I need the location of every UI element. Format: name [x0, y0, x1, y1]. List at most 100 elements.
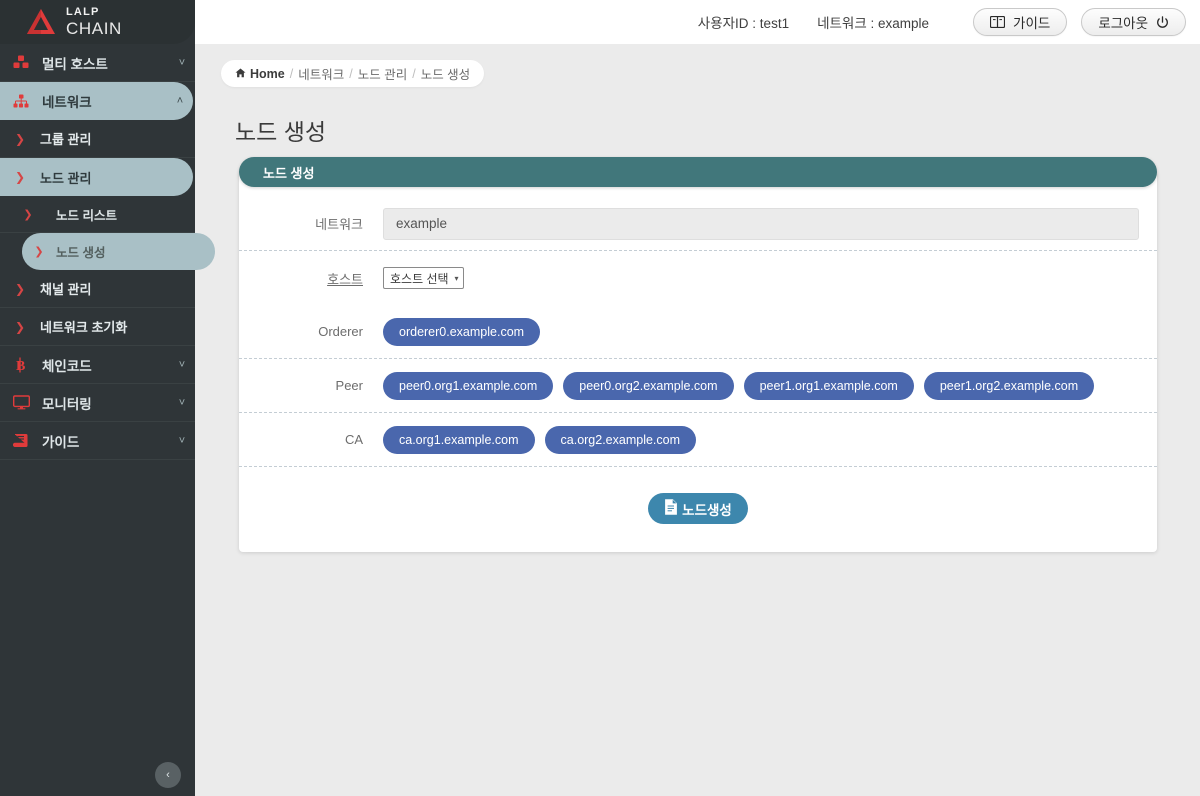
host-select[interactable]: 호스트 선택 ▾	[383, 267, 464, 289]
desktop-icon	[0, 395, 42, 411]
sidebar-nav: 멀티 호스트 ˅ 네트워크	[0, 44, 195, 460]
current-network-label: 네트워크 : example	[817, 12, 929, 32]
sidebar-item-label: 노드 생성	[56, 242, 215, 261]
sidebar-item-network-reset[interactable]: ❯ 네트워크 초기화	[0, 308, 195, 346]
host-field-label: 호스트	[239, 269, 383, 288]
bitcoin-icon: B	[0, 356, 42, 372]
sidebar-item-chaincode[interactable]: B 체인코드 ˅	[0, 346, 195, 384]
app-root: 사용자ID : test1 네트워크 : example 가이드 로그아웃	[0, 0, 1200, 796]
network-input[interactable]	[383, 208, 1139, 240]
app-logo[interactable]: LALP CHAIN	[0, 0, 195, 44]
sidebar-item-guide[interactable]: 가이드 ˅	[0, 422, 195, 460]
breadcrumb-item-node-create[interactable]: 노드 생성	[421, 64, 470, 83]
sidebar-item-label: 네트워크 초기화	[40, 317, 195, 336]
sidebar-item-network[interactable]: 네트워크 ˄	[0, 82, 193, 120]
sidebar-item-label: 모니터링	[42, 393, 169, 413]
chevron-down-icon: ▾	[455, 274, 459, 283]
peer-badge[interactable]: peer0.org1.example.com	[383, 372, 553, 400]
sidebar: LALP CHAIN 멀티 호스트 ˅	[0, 0, 195, 796]
sidebar-item-node-create[interactable]: ❯ 노드 생성	[22, 233, 215, 270]
sidebar-item-label: 노드 관리	[40, 168, 193, 187]
sidebar-item-label: 네트워크	[42, 91, 167, 111]
svg-text:B: B	[16, 359, 25, 373]
ca-field-label: CA	[239, 432, 383, 447]
orderer-badge[interactable]: orderer0.example.com	[383, 318, 540, 346]
chevron-right-icon: ❯	[22, 245, 56, 258]
logout-button-label: 로그아웃	[1098, 12, 1148, 32]
chevron-right-icon: ❯	[0, 282, 40, 296]
breadcrumb-separator: /	[349, 67, 352, 81]
sidebar-item-label: 멀티 호스트	[42, 53, 169, 73]
breadcrumb-item-network[interactable]: 네트워크	[298, 64, 344, 83]
sidebar-item-monitoring[interactable]: 모니터링 ˅	[0, 384, 195, 422]
logout-button[interactable]: 로그아웃	[1081, 8, 1186, 36]
peer-badge[interactable]: peer0.org2.example.com	[563, 372, 733, 400]
guide-button[interactable]: 가이드	[973, 8, 1067, 36]
main-content: Home / 네트워크 / 노드 관리 / 노드 생성 노드 생성 노드 생성 …	[195, 44, 1200, 796]
sidebar-collapse-button[interactable]: ‹	[155, 762, 181, 788]
breadcrumb-separator: /	[290, 67, 293, 81]
logo-wordmark: LALP CHAIN	[66, 7, 122, 37]
network-field-label: 네트워크	[239, 214, 383, 233]
logo-line-1: LALP	[66, 7, 122, 18]
chevron-right-icon: ❯	[0, 208, 56, 221]
chevron-left-icon: ‹	[166, 769, 170, 781]
sidebar-item-label: 가이드	[42, 431, 169, 451]
chevron-up-icon: ˄	[167, 95, 193, 107]
chevron-right-icon: ❯	[0, 320, 40, 334]
orderer-field-label: Orderer	[239, 324, 383, 339]
file-icon	[664, 499, 678, 518]
create-node-button-label: 노드생성	[682, 499, 732, 519]
ca-badges: ca.org1.example.com ca.org2.example.com	[383, 426, 1139, 454]
form-row-ca: CA ca.org1.example.com ca.org2.example.c…	[239, 413, 1157, 467]
home-icon	[235, 67, 246, 81]
chevron-down-icon: ˅	[169, 435, 195, 447]
chevron-down-icon: ˅	[169, 57, 195, 69]
power-icon	[1156, 16, 1169, 29]
sidebar-item-node-list[interactable]: ❯ 노드 리스트	[0, 196, 195, 233]
create-node-button[interactable]: 노드생성	[648, 493, 748, 524]
card-header: 노드 생성	[239, 157, 1157, 187]
form-row-network: 네트워크	[239, 197, 1157, 251]
breadcrumb-home-label: Home	[250, 67, 285, 81]
card-header-title: 노드 생성	[263, 163, 314, 182]
logo-line-2: CHAIN	[66, 20, 122, 37]
peer-badge[interactable]: peer1.org2.example.com	[924, 372, 1094, 400]
form-row-orderer: Orderer orderer0.example.com	[239, 305, 1157, 359]
peer-badge[interactable]: peer1.org1.example.com	[744, 372, 914, 400]
breadcrumb: Home / 네트워크 / 노드 관리 / 노드 생성	[221, 60, 484, 87]
sidebar-item-label: 채널 관리	[40, 279, 195, 298]
chevron-down-icon: ˅	[169, 359, 195, 371]
sidebar-item-multi-host[interactable]: 멀티 호스트 ˅	[0, 44, 195, 82]
sidebar-item-group-management[interactable]: ❯ 그룹 관리	[0, 120, 195, 158]
ca-badge[interactable]: ca.org1.example.com	[383, 426, 535, 454]
sidebar-item-label: 체인코드	[42, 355, 169, 375]
chevron-right-icon: ❯	[0, 170, 40, 184]
chevron-right-icon: ❯	[0, 132, 40, 146]
orderer-badges: orderer0.example.com	[383, 318, 1139, 346]
breadcrumb-separator: /	[412, 67, 415, 81]
page-title: 노드 생성	[235, 113, 1200, 147]
sidebar-item-node-management[interactable]: ❯ 노드 관리	[0, 158, 193, 196]
book-icon	[0, 433, 42, 449]
host-select-value: 호스트 선택	[390, 270, 449, 287]
node-create-card: 노드 생성 네트워크 호스트 호스트 선택 ▾	[239, 171, 1157, 552]
breadcrumb-home[interactable]: Home	[235, 67, 285, 81]
host-field-wrap: 호스트 선택 ▾	[383, 267, 1139, 289]
breadcrumb-item-node-management[interactable]: 노드 관리	[358, 64, 407, 83]
sidebar-item-label: 노드 리스트	[56, 205, 195, 224]
submit-row: 노드생성	[239, 467, 1157, 524]
sidebar-item-label: 그룹 관리	[40, 129, 195, 148]
lalp-triangle-logo-icon	[26, 8, 56, 36]
form-row-host: 호스트 호스트 선택 ▾	[239, 251, 1157, 305]
form-row-peer: Peer peer0.org1.example.com peer0.org2.e…	[239, 359, 1157, 413]
peer-badges: peer0.org1.example.com peer0.org2.exampl…	[383, 372, 1139, 400]
sidebar-item-channel-management[interactable]: ❯ 채널 관리	[0, 270, 195, 308]
ca-badge[interactable]: ca.org2.example.com	[545, 426, 697, 454]
peer-field-label: Peer	[239, 378, 383, 393]
cubes-icon	[0, 55, 42, 71]
card-body: 네트워크 호스트 호스트 선택 ▾ Orde	[239, 171, 1157, 524]
user-id-label: 사용자ID : test1	[698, 12, 789, 32]
chevron-down-icon: ˅	[169, 397, 195, 409]
guide-button-label: 가이드	[1013, 12, 1050, 32]
